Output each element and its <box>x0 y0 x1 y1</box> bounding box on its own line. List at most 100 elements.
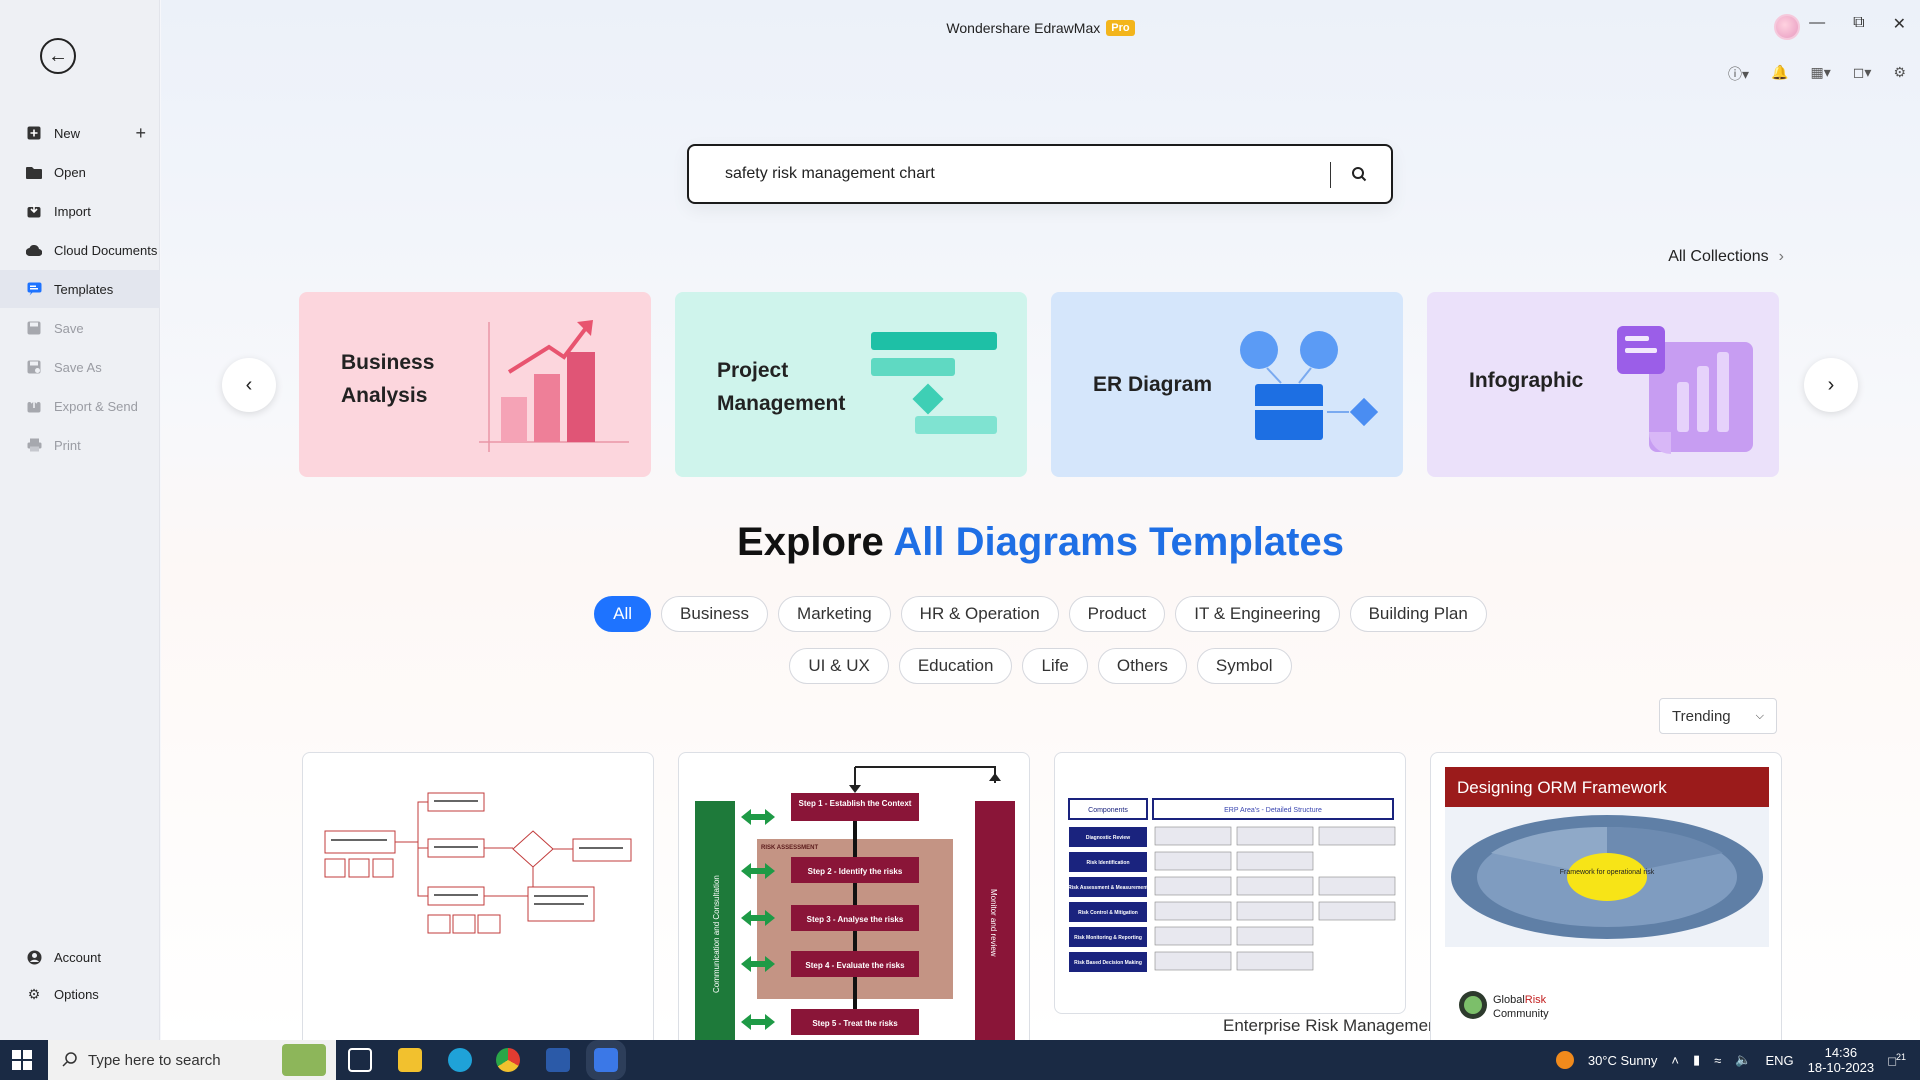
all-collections-label: All Collections <box>1668 248 1769 265</box>
folder-icon <box>26 164 42 180</box>
chevron-up-icon[interactable]: ˄ <box>1671 1053 1679 1068</box>
bell-icon[interactable]: 🔔 <box>1771 64 1788 84</box>
window-controls: — ⧉ ✕ <box>1809 14 1906 34</box>
sidebar-item-label: Open <box>54 164 86 180</box>
filter-chip-business[interactable]: Business <box>661 596 769 632</box>
help-icon[interactable]: ⓘ▾ <box>1728 64 1749 84</box>
template-card-2[interactable]: Step 1 - Establish the Context Step 2 - … <box>678 752 1030 1040</box>
sidebar-item-print[interactable]: Print <box>0 426 160 464</box>
filter-chip-it-engineering[interactable]: IT & Engineering <box>1175 596 1340 632</box>
restore-icon[interactable]: ⧉ <box>1853 14 1864 34</box>
new-file-icon <box>26 125 42 141</box>
filter-chip-ui-ux[interactable]: UI & UX <box>789 648 889 684</box>
weather-text[interactable]: 30°C Sunny <box>1588 1053 1658 1068</box>
svg-text:Risk Assessment & Measurement: Risk Assessment & Measurement <box>1068 885 1148 891</box>
sidebar-item-open[interactable]: Open <box>0 153 160 191</box>
sidebar-item-templates[interactable]: Templates <box>0 270 160 308</box>
sidebar-item-label: Options <box>54 986 99 1002</box>
sidebar-item-save-as[interactable]: Save As <box>0 348 160 386</box>
windows-start-icon[interactable] <box>12 1050 32 1073</box>
sidebar-item-label: Save <box>54 320 84 336</box>
language-indicator[interactable]: ENG <box>1765 1053 1793 1068</box>
category-card-er-diagram[interactable]: ER Diagram <box>1051 292 1403 477</box>
svg-text:Community: Community <box>1493 1008 1549 1020</box>
sidebar-item-export-send[interactable]: Export & Send <box>0 387 160 425</box>
apps-grid-icon[interactable]: ▦▾ <box>1811 64 1831 84</box>
template-card-3[interactable]: Components ERP Area's - Detailed Structu… <box>1054 752 1406 1014</box>
edge-browser-icon[interactable] <box>448 1048 472 1072</box>
sidebar-item-new[interactable]: New + <box>0 114 160 152</box>
close-icon[interactable]: ✕ <box>1893 14 1906 34</box>
sidebar-item-options[interactable]: ⚙ Options <box>0 975 160 1013</box>
filter-chip-all[interactable]: All <box>594 596 652 632</box>
card-title: Infographic <box>1469 369 1584 392</box>
sidebar-item-label: Account <box>54 949 101 965</box>
filter-chip-marketing[interactable]: Marketing <box>778 596 891 632</box>
taskbar: Type here to search 30°C Sunny ˄ ▮ ≈ 🔈 E… <box>0 1040 1920 1080</box>
svg-text:Step 5 - Treat the risks: Step 5 - Treat the risks <box>812 1019 898 1028</box>
system-tray: 30°C Sunny ˄ ▮ ≈ 🔈 ENG 14:36 18-10-2023 … <box>1555 1040 1920 1080</box>
sidebar-item-label: Templates <box>54 281 114 297</box>
search-icon[interactable] <box>1349 164 1369 184</box>
notification-icon[interactable]: □21 <box>1888 1052 1906 1068</box>
svg-text:Risk Identification: Risk Identification <box>1086 860 1129 866</box>
template-thumbnail-risk-process: Step 1 - Establish the Context Step 2 - … <box>695 766 1015 1040</box>
shirt-icon[interactable]: ◻▾ <box>1853 64 1872 84</box>
chevron-right-icon: › <box>1778 248 1784 265</box>
all-collections-link[interactable]: All Collections › <box>1668 248 1784 266</box>
category-card-business-analysis[interactable]: Business Analysis <box>299 292 651 477</box>
sort-dropdown[interactable]: Trending ⌵ <box>1659 698 1777 734</box>
carousel-next-button[interactable]: › <box>1804 358 1858 412</box>
clock[interactable]: 14:36 18-10-2023 <box>1808 1045 1875 1075</box>
filter-chip-product[interactable]: Product <box>1068 596 1166 632</box>
search-divider <box>1330 162 1331 188</box>
battery-icon[interactable]: ▮ <box>1693 1052 1700 1068</box>
back-button[interactable]: ← <box>40 38 76 74</box>
sidebar-item-account[interactable]: Account <box>0 938 160 976</box>
category-card-project-management[interactable]: Project Management <box>675 292 1027 477</box>
word-app-icon[interactable] <box>546 1048 570 1072</box>
plus-icon[interactable]: + <box>135 123 146 144</box>
svg-text:Diagnostic Review: Diagnostic Review <box>1086 835 1130 841</box>
sidebar-item-save[interactable]: Save <box>0 309 160 347</box>
filter-chip-symbol[interactable]: Symbol <box>1196 648 1292 684</box>
minimize-icon[interactable]: — <box>1809 14 1825 34</box>
taskbar-search-input[interactable]: Type here to search <box>48 1040 336 1080</box>
sidebar-item-label: Export & Send <box>54 398 138 414</box>
carousel-prev-button[interactable]: ‹ <box>222 358 276 412</box>
file-explorer-icon[interactable] <box>398 1048 422 1072</box>
edrawmax-app-icon[interactable] <box>586 1040 626 1080</box>
svg-text:Risk Based Decision Making: Risk Based Decision Making <box>1074 960 1142 966</box>
settings-icon[interactable]: ⚙ <box>1893 64 1906 84</box>
filter-chip-hr-operation[interactable]: HR & Operation <box>900 596 1059 632</box>
filter-chip-others[interactable]: Others <box>1097 648 1187 684</box>
filter-chip-building-plan[interactable]: Building Plan <box>1349 596 1487 632</box>
svg-text:Risk Control & Mitigation: Risk Control & Mitigation <box>1078 910 1138 916</box>
filter-chip-education[interactable]: Education <box>898 648 1013 684</box>
filter-chip-life[interactable]: Life <box>1022 648 1088 684</box>
svg-text:RISK ASSESSMENT: RISK ASSESSMENT <box>761 845 818 851</box>
volume-icon[interactable]: 🔈 <box>1735 1052 1751 1068</box>
category-card-infographic[interactable]: Infographic <box>1427 292 1779 477</box>
template-card-4[interactable]: Designing ORM Framework Framework for op… <box>1430 752 1782 1040</box>
search-input[interactable]: safety risk management chart <box>687 144 1393 204</box>
avatar[interactable] <box>1774 14 1800 40</box>
sidebar-item-cloud-documents[interactable]: Cloud Documents <box>0 231 160 269</box>
svg-text:Components: Components <box>1088 807 1128 814</box>
sidebar-item-label: Save As <box>54 359 102 375</box>
chrome-browser-icon[interactable] <box>496 1048 520 1072</box>
sidebar-item-import[interactable]: Import <box>0 192 160 230</box>
template-card-1[interactable] <box>302 752 654 1040</box>
sidebar-item-label: Cloud Documents <box>54 242 158 258</box>
gear-icon: ⚙ <box>27 985 41 1002</box>
chevron-left-icon: ‹ <box>245 373 253 396</box>
pro-badge: Pro <box>1106 20 1135 36</box>
wifi-icon[interactable]: ≈ <box>1714 1053 1721 1068</box>
toolbar-icons: ⓘ▾ 🔔 ▦▾ ◻▾ ⚙ <box>1728 64 1906 84</box>
sidebar-item-label: Print <box>54 437 81 453</box>
task-view-icon[interactable] <box>348 1048 372 1072</box>
chevron-right-icon: › <box>1827 373 1835 396</box>
weather-icon <box>1555 1051 1574 1069</box>
main-content: Wondershare EdrawMax Pro — ⧉ ✕ ⓘ▾ 🔔 ▦▾ ◻… <box>161 0 1920 1040</box>
svg-text:Step 1 - Establish the Context: Step 1 - Establish the Context <box>799 799 912 808</box>
